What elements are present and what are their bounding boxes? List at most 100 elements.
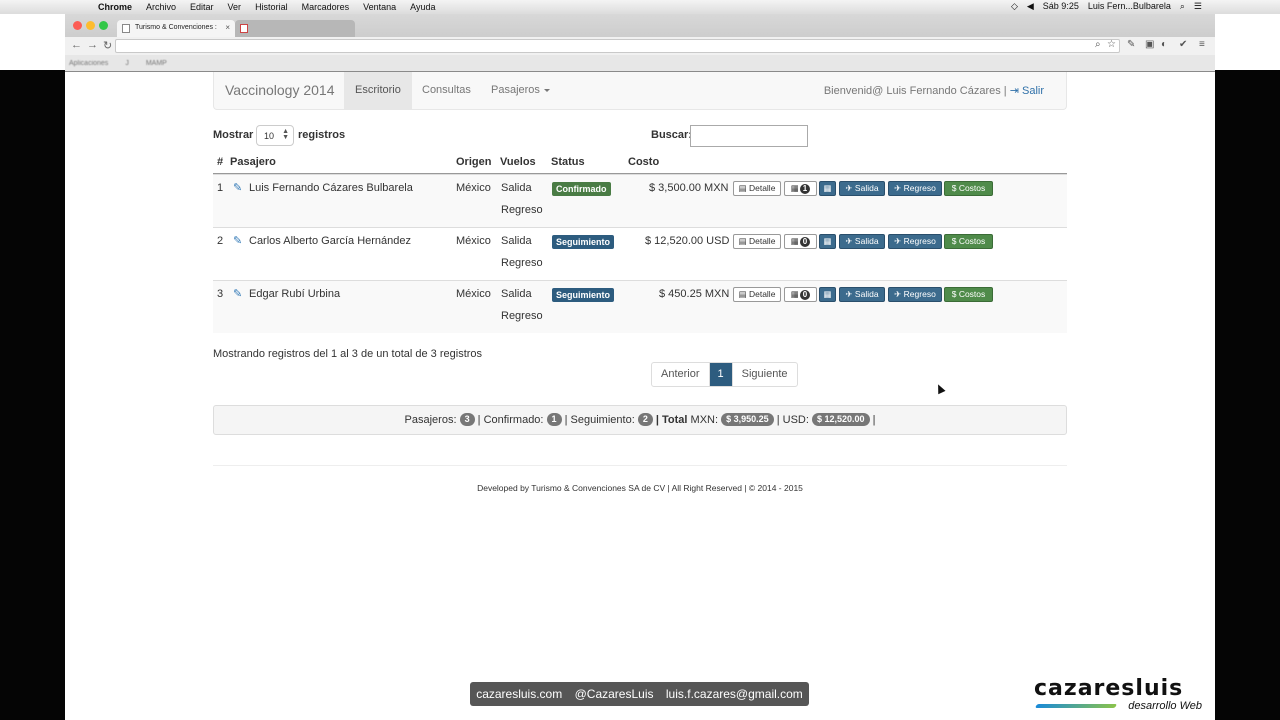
count-button[interactable]: ▦ 0 xyxy=(784,234,817,249)
logo-sub: desarrollo Web xyxy=(1128,700,1202,712)
right-border xyxy=(1215,70,1280,720)
calendar-button[interactable]: ▦ xyxy=(819,234,836,249)
email-text: luis.f.cazares@gmail.com xyxy=(665,687,803,701)
header-num[interactable]: # xyxy=(217,156,223,168)
page-icon xyxy=(122,24,130,33)
logo-main: cazaresluis xyxy=(1034,676,1184,701)
header-pasajero[interactable]: Pasajero xyxy=(230,156,276,168)
logout-link[interactable]: ⇥ Salir xyxy=(1010,85,1044,97)
departure-button[interactable]: ✈ Salida xyxy=(839,234,885,249)
header-vuelos[interactable]: Vuelos xyxy=(500,156,536,168)
zoom-icon[interactable]: ⌕ xyxy=(1095,39,1101,50)
brand[interactable]: Vaccinology 2014 xyxy=(225,82,334,98)
browser-toolbar: ← → ↻ ⌕ ☆ ✎ ▣ ◐ ✔ ≡ xyxy=(65,37,1215,55)
bookmark-item[interactable]: Aplicaciones xyxy=(69,60,108,67)
costs-label: Costos xyxy=(958,289,986,299)
return-label: Regreso xyxy=(903,236,936,246)
wifi-icon[interactable]: ◇ xyxy=(1011,1,1018,12)
passenger-name: Luis Fernando Cázares Bulbarela xyxy=(249,182,413,194)
departure-button[interactable]: ✈ Salida xyxy=(839,181,885,196)
edit-icon[interactable]: ✎ xyxy=(233,287,242,300)
dollar-icon: $ xyxy=(951,289,957,299)
usd-label: | USD: xyxy=(776,414,809,426)
page-1-button[interactable]: 1 xyxy=(709,363,733,386)
volume-icon[interactable]: ◀ xyxy=(1027,1,1034,12)
length-select[interactable]: 10 ▲ ▼ xyxy=(256,125,294,146)
count-badge: 0 xyxy=(799,290,811,300)
menu-ventana[interactable]: Ventana xyxy=(363,2,396,12)
header-origen[interactable]: Origen xyxy=(456,156,491,168)
return-button[interactable]: ✈ Regreso xyxy=(888,181,942,196)
passenger-name: Carlos Alberto García Hernández xyxy=(249,235,412,247)
menu-app-name[interactable]: Chrome xyxy=(98,2,132,12)
edit-icon[interactable]: ✎ xyxy=(233,234,242,247)
detail-button[interactable]: ▤ Detalle xyxy=(733,234,781,249)
count-button[interactable]: ▦ 0 xyxy=(784,287,817,302)
extension-icon[interactable]: ✎ xyxy=(1127,39,1135,50)
followup-count: 2 xyxy=(637,413,653,426)
minimize-window-icon[interactable] xyxy=(86,21,95,30)
return-button[interactable]: ✈ Regreso xyxy=(888,287,942,302)
nav-consultas[interactable]: Consultas xyxy=(411,72,482,109)
menu-historial[interactable]: Historial xyxy=(255,2,288,12)
extension-icon[interactable]: ◐ xyxy=(1161,39,1167,50)
mxn-label: MXN: xyxy=(690,414,719,426)
close-tab-icon[interactable]: × xyxy=(225,23,230,32)
detail-button[interactable]: ▤ Detalle xyxy=(733,287,781,302)
records-label: registros xyxy=(298,129,346,141)
next-page-button[interactable]: Siguiente xyxy=(733,363,797,386)
costs-label: Costos xyxy=(958,183,986,193)
header-status[interactable]: Status xyxy=(551,156,585,168)
mxn-total: $ 3,950.25 xyxy=(721,413,774,426)
back-icon[interactable]: ← xyxy=(71,39,82,51)
reload-icon[interactable]: ↻ xyxy=(103,39,112,52)
nav-pasajeros[interactable]: Pasajeros xyxy=(480,72,561,109)
extension-icon[interactable]: ✔ xyxy=(1179,39,1187,50)
star-icon[interactable]: ☆ xyxy=(1107,39,1116,50)
address-bar[interactable] xyxy=(115,39,1120,53)
costs-button[interactable]: $ Costos xyxy=(944,287,993,302)
costs-button[interactable]: $ Costos xyxy=(944,234,993,249)
extension-icon[interactable]: ▣ xyxy=(1145,39,1154,50)
website-text: cazaresluis.com xyxy=(476,687,563,701)
menu-marcadores[interactable]: Marcadores xyxy=(302,2,350,12)
tab-active[interactable]: Turismo & Convenciones : × xyxy=(117,20,235,37)
menu-editar[interactable]: Editar xyxy=(190,2,214,12)
calendar-button[interactable]: ▦ xyxy=(819,181,836,196)
calendar-button[interactable]: ▦ xyxy=(819,287,836,302)
search-icon[interactable]: ⌕ xyxy=(1180,1,1185,12)
forward-icon[interactable]: → xyxy=(87,39,98,51)
table-row: 3 ✎ Edgar Rubí Urbina México Salida Regr… xyxy=(213,280,1067,333)
usd-total: $ 12,520.00 xyxy=(811,413,870,426)
count-button[interactable]: ▦ 1 xyxy=(784,181,817,196)
zoom-window-icon[interactable] xyxy=(99,21,108,30)
menu-ayuda[interactable]: Ayuda xyxy=(410,2,435,12)
prev-page-button[interactable]: Anterior xyxy=(652,363,710,386)
menu-icon[interactable]: ≡ xyxy=(1199,39,1205,50)
bookmark-item[interactable]: MAMP xyxy=(146,60,167,67)
costs-button[interactable]: $ Costos xyxy=(944,181,993,196)
select-arrows-icon: ▲ ▼ xyxy=(282,128,289,141)
clock[interactable]: Sáb 9:25 xyxy=(1043,1,1079,12)
user-name[interactable]: Luis Fern...Bulbarela xyxy=(1088,1,1171,12)
table-info: Mostrando registros del 1 al 3 de un tot… xyxy=(213,348,483,360)
costs-label: Costos xyxy=(958,236,986,246)
search-input[interactable] xyxy=(690,125,808,147)
nav-escritorio[interactable]: Escritorio xyxy=(344,72,412,109)
detail-button[interactable]: ▤ Detalle xyxy=(733,181,781,196)
close-window-icon[interactable] xyxy=(73,21,82,30)
bookmark-item[interactable]: J xyxy=(125,60,129,67)
header-costo[interactable]: Costo xyxy=(628,156,659,168)
plane-icon: ✈ xyxy=(845,236,853,246)
pagination: Anterior 1 Siguiente xyxy=(651,362,798,387)
tab-inactive[interactable] xyxy=(235,20,355,37)
menu-ver[interactable]: Ver xyxy=(228,2,242,12)
departure-button[interactable]: ✈ Salida xyxy=(839,287,885,302)
followup-label: | Seguimiento: xyxy=(564,414,635,426)
list-icon[interactable]: ☰ xyxy=(1194,1,1202,12)
menu-archivo[interactable]: Archivo xyxy=(146,2,176,12)
edit-icon[interactable]: ✎ xyxy=(233,181,242,194)
return-button[interactable]: ✈ Regreso xyxy=(888,234,942,249)
departure-label: Salida xyxy=(854,183,879,193)
status-badge: Seguimiento xyxy=(552,235,615,249)
